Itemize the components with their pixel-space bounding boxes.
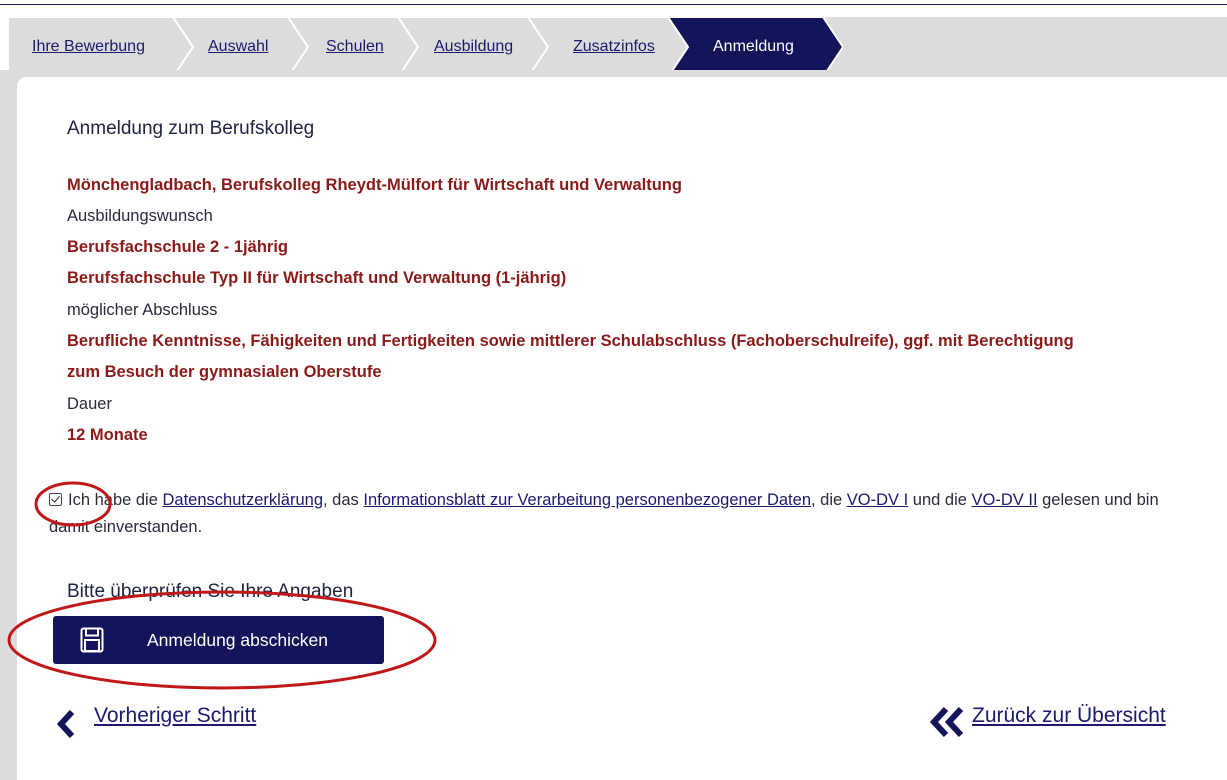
review-hint: Bitte überprüfen Sie Ihre Angaben — [67, 581, 354, 602]
previous-step-link[interactable]: Vorheriger Schritt — [94, 704, 256, 728]
wish-value-2: Berufsfachschule Typ II für Wirtschaft u… — [67, 269, 567, 287]
consent-text: , die — [811, 491, 847, 509]
info-sheet-link[interactable]: Informationsblatt zur Verarbeitung perso… — [363, 491, 811, 509]
step-label[interactable]: Schulen — [326, 17, 384, 77]
duration-label: Dauer — [67, 395, 112, 413]
step-ihre-bewerbung[interactable]: Ihre Bewerbung — [8, 17, 193, 77]
top-rule — [0, 4, 1227, 5]
step-bar: Ihre Bewerbung Auswahl Schulen Ausbildun… — [8, 17, 1227, 77]
step-label[interactable]: Anmeldung — [713, 17, 794, 77]
privacy-policy-link[interactable]: Datenschutzerklärung — [163, 491, 324, 509]
degree-label: möglicher Abschluss — [67, 301, 218, 319]
wish-label: Ausbildungswunsch — [67, 207, 213, 225]
consent-text: Ich habe die — [68, 491, 163, 509]
vo-dv-2-link[interactable]: VO-DV II — [972, 491, 1038, 509]
step-label[interactable]: Ihre Bewerbung — [32, 17, 145, 77]
consent-checkbox[interactable] — [49, 493, 62, 506]
panel-frame-left — [0, 70, 17, 780]
school-name: Mönchengladbach, Berufskolleg Rheydt-Mül… — [67, 176, 682, 194]
step-ausbildung[interactable]: Ausbildung — [398, 17, 548, 77]
double-chevron-left-icon[interactable] — [928, 706, 966, 738]
degree-value-line-1: Berufliche Kenntnisse, Fähigkeiten und F… — [67, 332, 1074, 350]
step-zusatzinfos[interactable]: Zusatzinfos — [528, 17, 688, 77]
panel-corner — [17, 77, 1227, 87]
step-label[interactable]: Ausbildung — [434, 17, 513, 77]
step-label[interactable]: Auswahl — [208, 17, 268, 77]
chevron-left-icon[interactable] — [55, 709, 77, 739]
save-icon — [80, 627, 104, 653]
submit-registration-button[interactable]: Anmeldung abschicken — [53, 616, 384, 664]
step-anmeldung[interactable]: Anmeldung — [668, 17, 843, 77]
back-to-overview-link[interactable]: Zurück zur Übersicht — [972, 704, 1166, 728]
vo-dv-1-link[interactable]: VO-DV I — [847, 491, 908, 509]
wish-value-1: Berufsfachschule 2 - 1jährig — [67, 238, 288, 256]
submit-button-label: Anmeldung abschicken — [147, 630, 328, 650]
degree-value-line-2: zum Besuch der gymnasialen Oberstufe — [67, 363, 382, 381]
consent-statement: Ich habe die Datenschutzerklärung, das I… — [49, 487, 1199, 541]
step-label[interactable]: Zusatzinfos — [573, 17, 655, 77]
consent-text: , das — [323, 491, 364, 509]
duration-value: 12 Monate — [67, 426, 148, 444]
page-title: Anmeldung zum Berufskolleg — [67, 118, 315, 139]
consent-text: und die — [908, 491, 972, 509]
